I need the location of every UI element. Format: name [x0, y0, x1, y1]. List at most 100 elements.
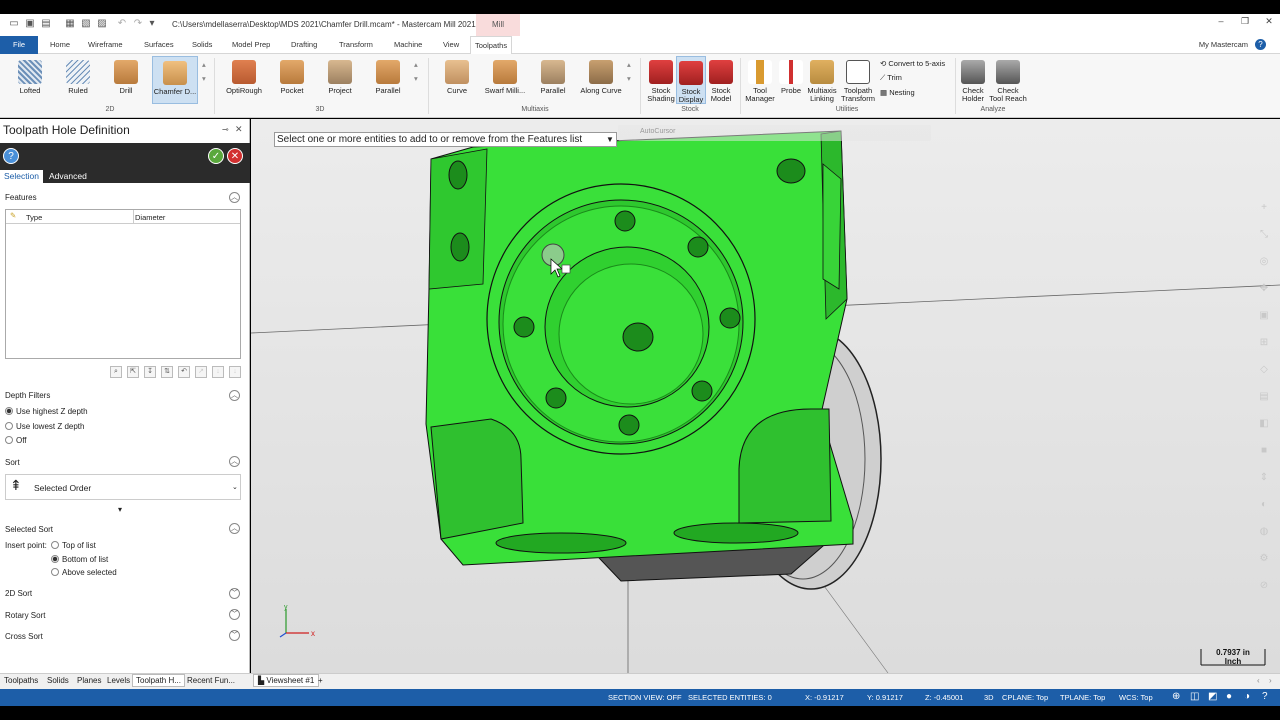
globe-icon[interactable]: ⊕	[1172, 691, 1180, 702]
gallery-up-icon[interactable]: ▴	[414, 60, 418, 69]
stock-shading-button[interactable]: Stock Shading	[646, 56, 676, 104]
save-icon[interactable]: ▣	[24, 18, 36, 30]
tab-solids-manager[interactable]: Solids	[47, 676, 69, 685]
undo-icon[interactable]: ↶	[116, 18, 128, 30]
collapse-selected-sort-icon[interactable]: ︿	[229, 523, 240, 534]
tab-planes-manager[interactable]: Planes	[77, 676, 101, 685]
lofted-button[interactable]: Lofted	[8, 56, 52, 104]
curve-button[interactable]: Curve	[435, 56, 479, 104]
drill-button[interactable]: Drill	[104, 56, 148, 104]
align-icon[interactable]: ⇕	[1257, 464, 1271, 491]
parallel-3d-button[interactable]: Parallel	[366, 56, 410, 104]
tab-viewsheet-1[interactable]: ▙ Viewsheet #1	[253, 674, 320, 687]
multiaxis-linking-button[interactable]: Multiaxis Linking	[805, 56, 839, 104]
reverse-icon[interactable]: ↶	[178, 366, 190, 378]
rotate-icon[interactable]: ◎	[1257, 248, 1271, 275]
radio-off[interactable]: Off	[5, 436, 27, 445]
zoom-in-icon[interactable]: +	[1257, 194, 1271, 221]
expand-icon[interactable]: ▾	[118, 505, 122, 514]
tool-manager-button[interactable]: Tool Manager	[742, 56, 778, 104]
stock-model-button[interactable]: Stock Model	[706, 56, 736, 104]
pocket-button[interactable]: Pocket	[270, 56, 314, 104]
tab-selection[interactable]: Selection	[0, 170, 43, 183]
tab-file[interactable]: File	[0, 36, 38, 54]
selection-prompt[interactable]: Select one or more entities to add to or…	[274, 132, 617, 147]
expand-2d-sort-icon[interactable]: ﹀	[229, 588, 240, 599]
tab-model-prep[interactable]: Model Prep	[228, 36, 274, 54]
wcs-status[interactable]: WCS: Top	[1119, 693, 1153, 702]
fit-icon[interactable]: ⊞	[1257, 329, 1271, 356]
along-curve-button[interactable]: Along Curve	[578, 56, 624, 104]
check-holder-button[interactable]: Check Holder	[958, 56, 988, 104]
radio-top-of-list[interactable]: Top of list	[51, 541, 96, 550]
tab-surfaces[interactable]: Surfaces	[140, 36, 178, 54]
shading-icon[interactable]: ◧	[1257, 410, 1271, 437]
save-as-icon[interactable]: ▧	[80, 18, 92, 30]
radio-highest-z[interactable]: Use highest Z depth	[5, 407, 88, 416]
column-diameter[interactable]: Diameter	[135, 213, 165, 222]
check-tool-reach-button[interactable]: Check Tool Reach	[988, 56, 1028, 104]
help-icon[interactable]: ?	[3, 148, 19, 164]
section-cross-sort[interactable]: Cross Sort	[5, 632, 43, 641]
selected-entities-status[interactable]: SELECTED ENTITIES: 0	[688, 693, 772, 702]
convert-5axis-button[interactable]: ⟲ Convert to 5-axis	[880, 59, 945, 68]
features-list[interactable]: ✎ Type Diameter	[5, 209, 241, 359]
mode-3d[interactable]: 3D	[984, 693, 994, 702]
tab-transform[interactable]: Transform	[335, 36, 377, 54]
gallery-up-icon[interactable]: ▴	[627, 60, 631, 69]
probe-button[interactable]: Probe	[778, 56, 804, 104]
planes-icon[interactable]: ◍	[1257, 518, 1271, 545]
expand-rotary-sort-icon[interactable]: ﹀	[229, 609, 240, 620]
parallel-multiaxis-button[interactable]: Parallel	[531, 56, 575, 104]
section-icon[interactable]: ▤	[1257, 383, 1271, 410]
pin-icon[interactable]: ⊸	[222, 125, 229, 134]
shaded-display-icon[interactable]: ◩	[1208, 691, 1217, 702]
section-rotary-sort[interactable]: Rotary Sort	[5, 611, 45, 620]
new-file-icon[interactable]: ▭	[8, 18, 20, 30]
tab-toolpaths-manager[interactable]: Toolpaths	[4, 676, 38, 685]
tab-drafting[interactable]: Drafting	[287, 36, 321, 54]
radio-lowest-z[interactable]: Use lowest Z depth	[5, 422, 84, 431]
ruled-button[interactable]: Ruled	[56, 56, 100, 104]
swarf-milling-button[interactable]: Swarf Milli...	[482, 56, 528, 104]
stock-display-button[interactable]: Stock Display	[676, 56, 706, 104]
tab-machine[interactable]: Machine	[390, 36, 426, 54]
close-panel-icon[interactable]: ✕	[235, 124, 243, 135]
sort-dropdown[interactable]: ⇞ Selected Order ⌄	[5, 474, 241, 500]
maximize-button[interactable]: ❐	[1236, 16, 1254, 30]
tab-toolpath-hole[interactable]: Toolpath H...	[132, 674, 185, 687]
project-button[interactable]: Project	[318, 56, 362, 104]
status-help-icon[interactable]: ?	[1262, 691, 1268, 702]
close-window-button[interactable]: ✕	[1260, 16, 1278, 30]
tab-advanced[interactable]: Advanced	[45, 170, 91, 183]
radio-above-selected[interactable]: Above selected	[51, 568, 117, 577]
cplane-status[interactable]: CPLANE: Top	[1002, 693, 1048, 702]
collapse-sort-icon[interactable]: ︿	[229, 456, 240, 467]
stock-icon[interactable]: ■	[1257, 437, 1271, 464]
tab-recent-functions[interactable]: Recent Fun...	[187, 676, 235, 685]
expand-cross-sort-icon[interactable]: ﹀	[229, 630, 240, 641]
column-type[interactable]: Type	[26, 213, 42, 222]
tab-solids[interactable]: Solids	[188, 36, 216, 54]
section-2d-sort[interactable]: 2D Sort	[5, 589, 32, 598]
reorder-icon[interactable]: ⇅	[161, 366, 173, 378]
zoom-window-icon[interactable]: ⤡	[1257, 221, 1271, 248]
optirough-button[interactable]: OptiRough	[222, 56, 266, 104]
display-icon[interactable]: ◐	[1257, 491, 1271, 518]
scroll-left-icon[interactable]: ‹	[1257, 676, 1260, 685]
toolpath-transform-button[interactable]: Toolpath Transform	[840, 56, 876, 104]
iso-icon[interactable]: ◇	[1257, 356, 1271, 383]
scroll-right-icon[interactable]: ›	[1269, 676, 1272, 685]
tab-levels-manager[interactable]: Levels	[107, 676, 130, 685]
selection-toolbar[interactable]: AutoCursor	[618, 125, 931, 141]
zoom-feature-icon[interactable]: ⌕	[110, 366, 122, 378]
gallery-down-icon[interactable]: ▾	[414, 74, 418, 83]
quick-access-dropdown-icon[interactable]: ▾	[146, 18, 158, 30]
radio-bottom-of-list[interactable]: Bottom of list	[51, 555, 108, 564]
gallery-down-icon[interactable]: ▾	[627, 74, 631, 83]
merge-icon[interactable]: ▨	[96, 18, 108, 30]
sort-icon[interactable]: ↧	[144, 366, 156, 378]
tab-view[interactable]: View	[439, 36, 463, 54]
gallery-up-icon[interactable]: ▴	[202, 60, 206, 69]
select-feature-icon[interactable]: ⇱	[127, 366, 139, 378]
